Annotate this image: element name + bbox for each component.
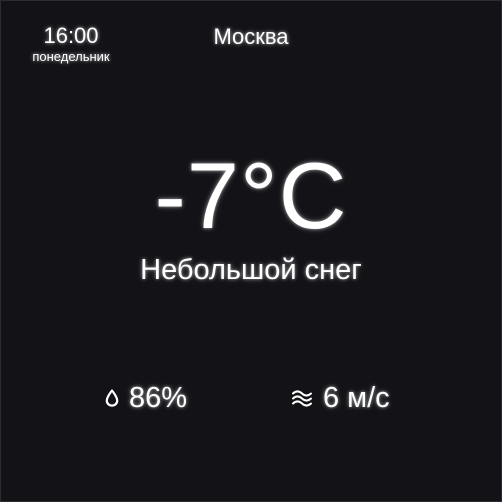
- city-name: Москва: [213, 24, 289, 49]
- water-drop-icon: [105, 389, 119, 407]
- wind-value: 6 м/с: [323, 382, 390, 414]
- wind-stat: 6 м/с: [291, 381, 390, 415]
- clock-weekday: понедельник: [32, 49, 110, 64]
- weather-condition: Небольшой снег: [140, 254, 362, 286]
- weather-screen: 16:00 понедельник Москва -7°C Небольшой …: [0, 0, 502, 502]
- humidity-value: 86%: [129, 382, 188, 414]
- wind-icon: [291, 389, 313, 407]
- humidity-stat: 86%: [105, 381, 187, 415]
- clock-block: 16:00 понедельник: [21, 23, 121, 65]
- clock-time: 16:00: [43, 23, 99, 48]
- current-temperature: -7°C: [154, 143, 348, 248]
